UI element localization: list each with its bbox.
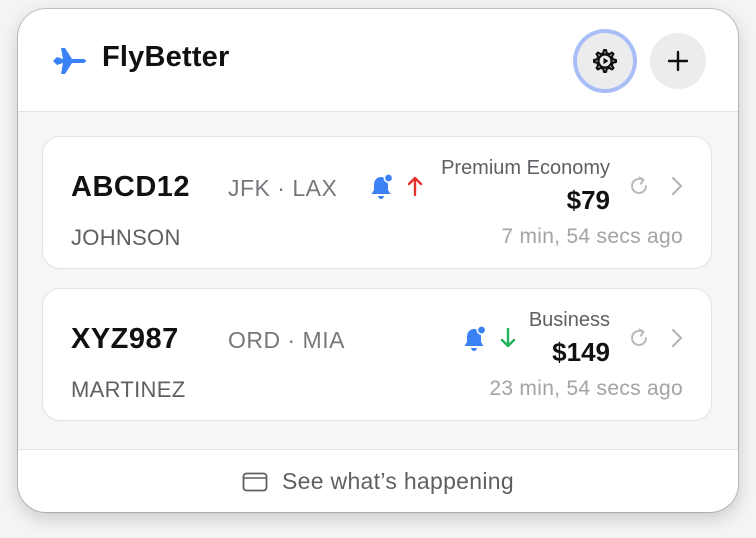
window-icon (242, 472, 268, 491)
chevron-right-icon[interactable] (670, 175, 684, 197)
fare-price: $149 (552, 337, 610, 367)
bookings-list: ABCD12 JFK · LAX JOHNSON Premium Economy… (18, 112, 738, 449)
see-whats-happening-link[interactable]: See what’s happening (18, 449, 738, 512)
refresh-icon[interactable] (628, 327, 650, 349)
cabin-class: Business (528, 309, 610, 331)
gear-icon (593, 49, 617, 74)
header: FlyBetter (18, 9, 738, 112)
arrow-down-icon (500, 327, 516, 348)
app-window: FlyBetter ABCD12 JFK · LAX JOHNSON Premi… (18, 9, 738, 512)
app-title: FlyBetter (102, 41, 230, 73)
airplane-icon (53, 48, 86, 74)
cabin-class: Premium Economy (441, 157, 610, 179)
footer-label: See what’s happening (282, 468, 514, 494)
last-updated: 23 min, 54 secs ago (489, 377, 683, 400)
passenger-name: MARTINEZ (71, 377, 186, 402)
settings-button[interactable] (577, 33, 633, 89)
passenger-name: JOHNSON (71, 225, 181, 250)
plus-icon (667, 50, 689, 72)
fare-price: $79 (566, 185, 610, 215)
arrow-up-icon (407, 176, 423, 197)
chevron-right-icon[interactable] (670, 327, 684, 349)
last-updated: 7 min, 54 secs ago (501, 225, 683, 248)
add-button[interactable] (650, 33, 706, 89)
booking-code: XYZ987 (71, 323, 179, 355)
booking-route: ORD · MIA (228, 327, 345, 353)
bell-badge-icon (371, 173, 393, 199)
booking-card[interactable]: XYZ987 ORD · MIA MARTINEZ Business $149 … (42, 288, 712, 421)
bell-badge-icon (464, 325, 486, 351)
refresh-icon[interactable] (628, 175, 650, 197)
booking-card[interactable]: ABCD12 JFK · LAX JOHNSON Premium Economy… (42, 136, 712, 269)
booking-code: ABCD12 (71, 171, 191, 203)
booking-route: JFK · LAX (228, 175, 338, 201)
